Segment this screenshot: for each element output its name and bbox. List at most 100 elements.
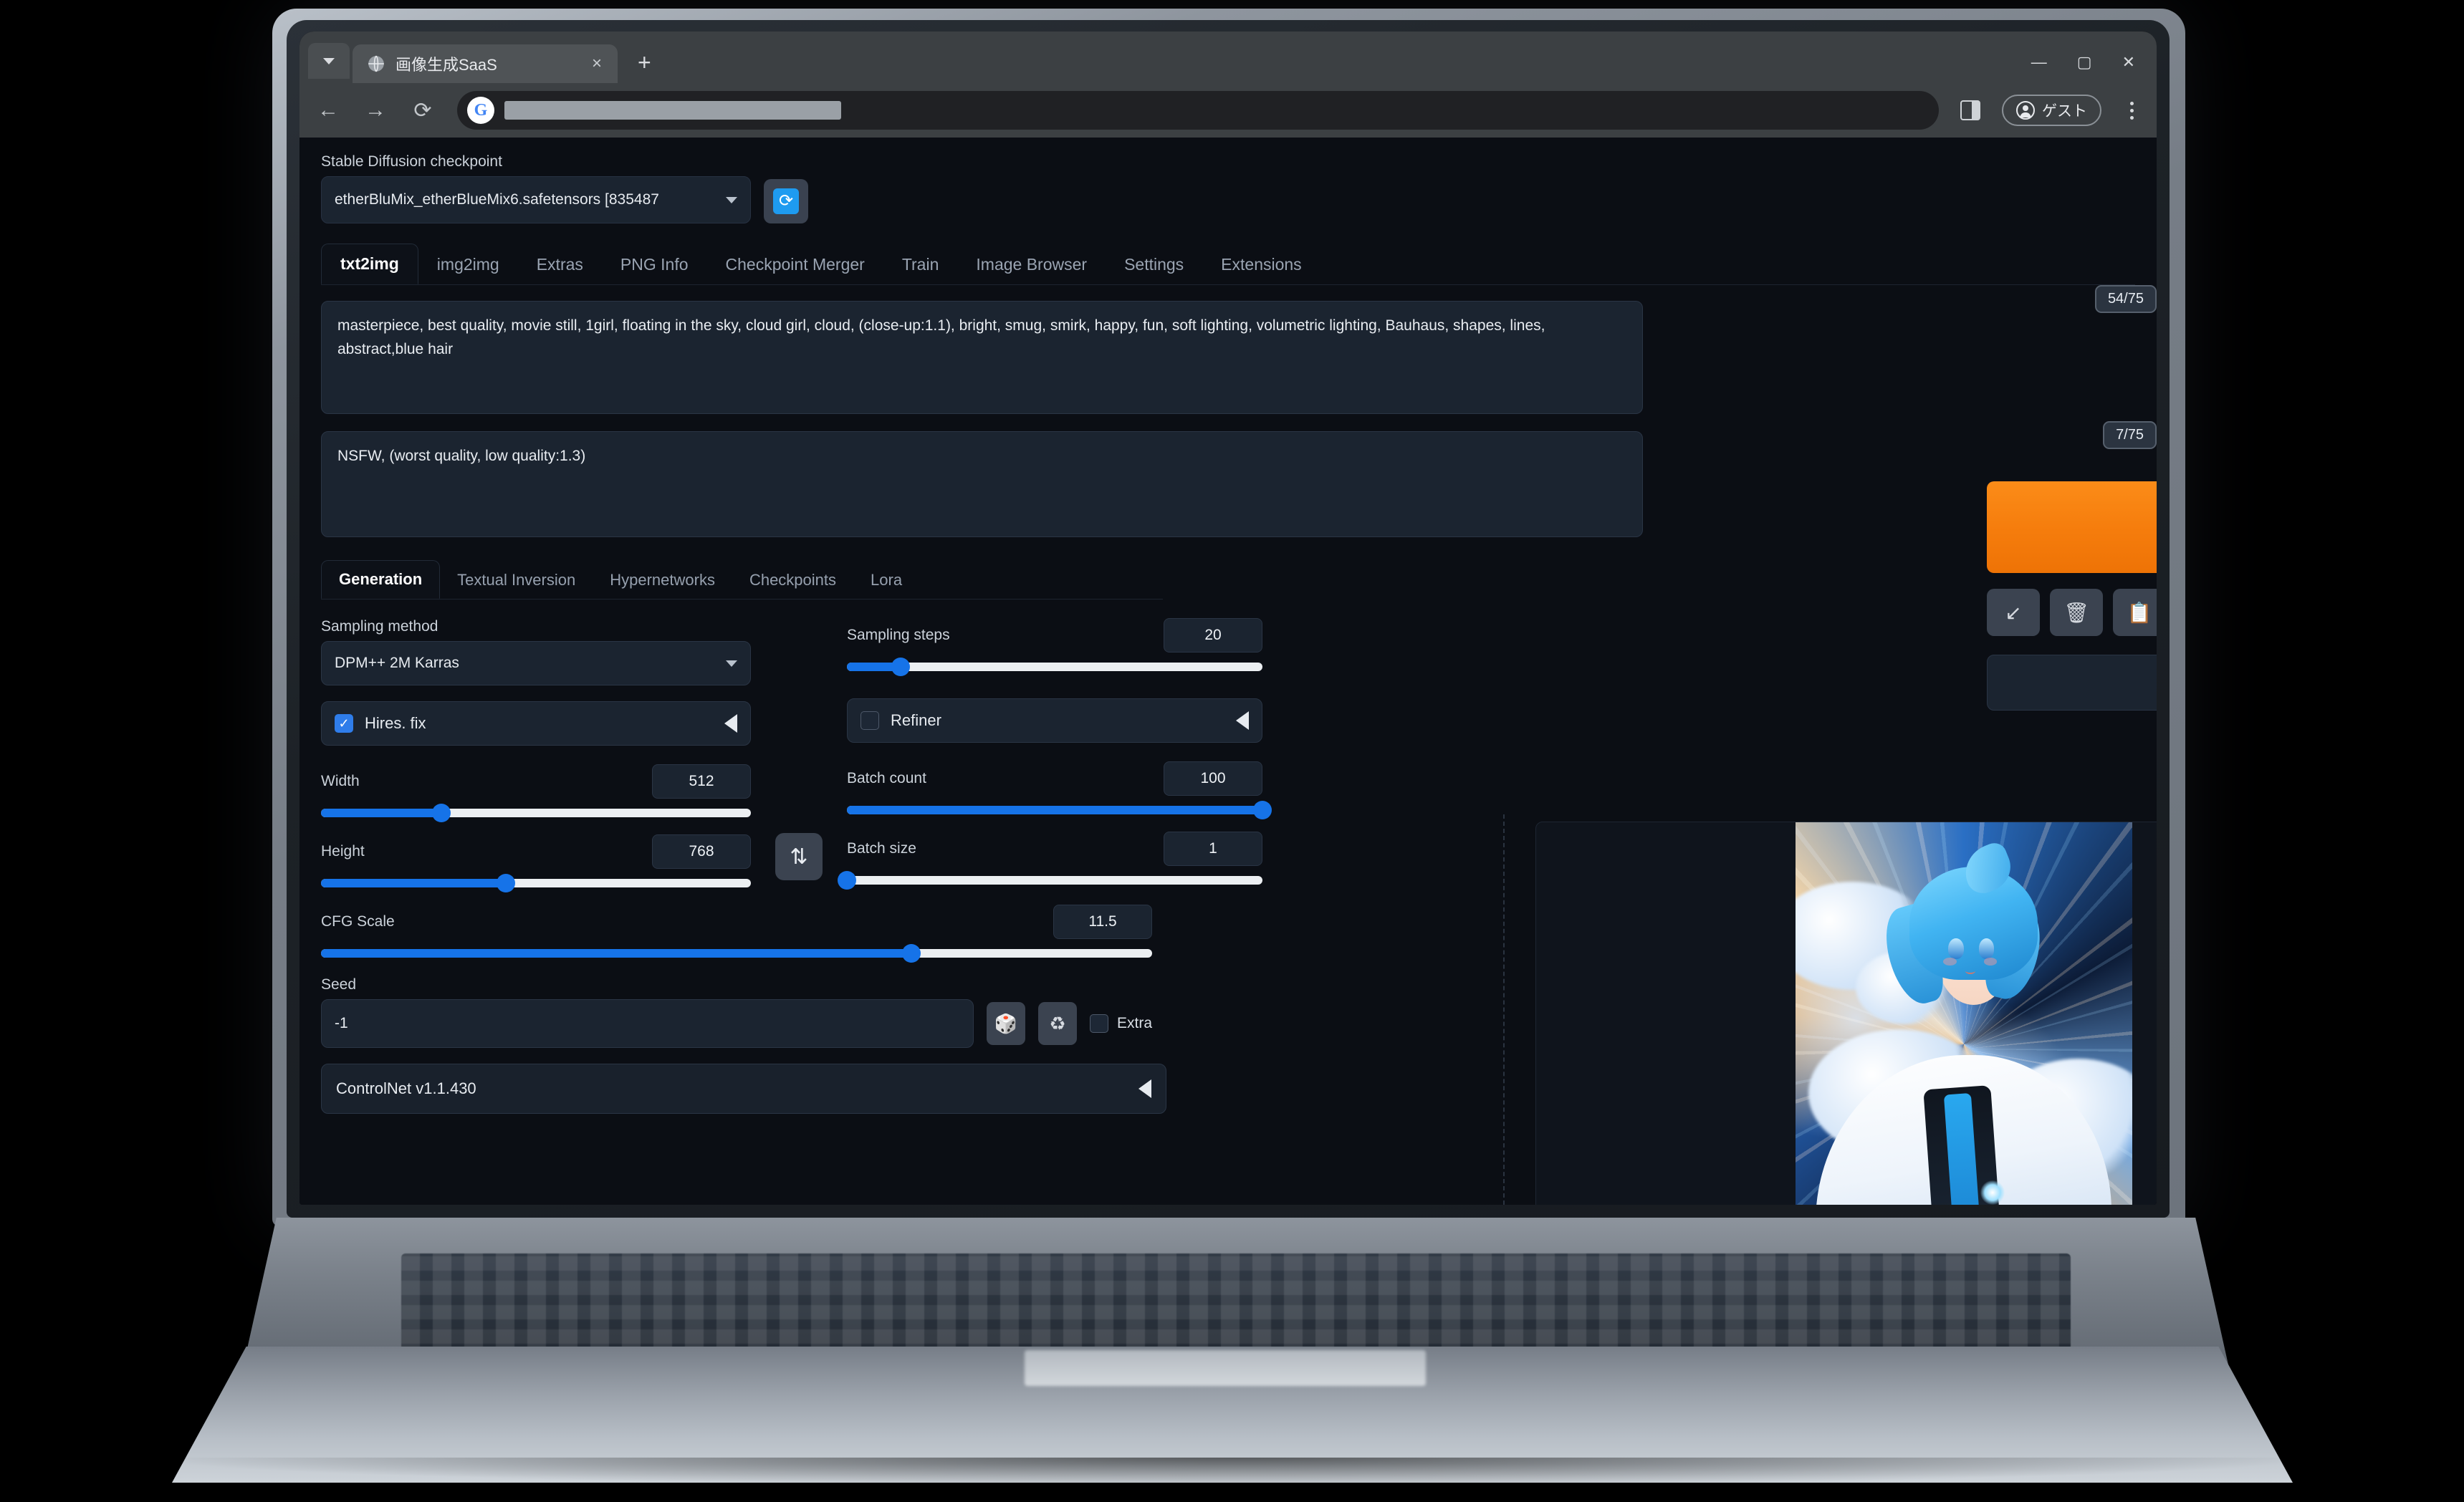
laptop-trackpad <box>1025 1350 1426 1386</box>
tab-title: 画像生成SaaS <box>396 56 497 74</box>
prompt-tools: ↙ 🗑 📋 <box>1987 589 2157 636</box>
back-button[interactable]: ← <box>315 98 341 122</box>
negative-prompt-input[interactable]: NSFW, (worst quality, low quality:1.3) <box>321 431 1643 537</box>
tab-train[interactable]: Train <box>883 245 958 284</box>
tab-search-button[interactable] <box>308 43 350 79</box>
batch-size-group: Batch size 1 <box>838 832 1262 890</box>
height-slider[interactable] <box>321 874 751 892</box>
image-preview-panel: ⤓ ✕ <box>1535 822 2157 1205</box>
height-value[interactable]: 768 <box>652 834 751 869</box>
trash-icon[interactable]: 🗑 <box>2050 589 2103 636</box>
cfg-scale-label: CFG Scale <box>321 913 395 930</box>
triangle-left-icon <box>1236 711 1249 730</box>
sampling-method-value: DPM++ 2M Karras <box>335 655 459 671</box>
tab-extensions[interactable]: Extensions <box>1202 245 1320 284</box>
subtab-textual-inversion[interactable]: Textual Inversion <box>440 562 593 599</box>
styles-row: ✕ 🖌 <box>1987 655 2157 711</box>
tab-img2img[interactable]: img2img <box>418 245 518 284</box>
tab-png-info[interactable]: PNG Info <box>602 245 707 284</box>
positive-prompt-input[interactable]: masterpiece, best quality, movie still, … <box>321 301 1643 414</box>
new-tab-button[interactable]: + <box>629 49 660 76</box>
swap-dimensions-icon[interactable]: ⇅ <box>775 833 823 880</box>
cfg-scale-slider[interactable] <box>321 944 1152 963</box>
subtab-lora[interactable]: Lora <box>853 562 919 599</box>
maximize-button[interactable]: ▢ <box>2077 54 2092 70</box>
checkpoint-row: etherBluMix_etherBlueMix6.safetensors [8… <box>321 176 2135 223</box>
side-panel-icon[interactable] <box>1960 100 1980 120</box>
checkpoint-value: etherBluMix_etherBlueMix6.safetensors [8… <box>335 191 659 208</box>
hires-fix-accordion[interactable]: ✓ Hires. fix <box>321 701 751 746</box>
width-value[interactable]: 512 <box>652 764 751 799</box>
generate-button[interactable]: Generate <box>1987 481 2157 573</box>
batch-count-group: Batch count 100 <box>847 761 1272 819</box>
tab-extras[interactable]: Extras <box>518 245 602 284</box>
chevron-down-icon <box>323 57 335 64</box>
sampling-steps-label: Sampling steps <box>847 627 950 643</box>
tab-image-browser[interactable]: Image Browser <box>957 245 1106 284</box>
batch-size-label: Batch size <box>847 840 916 857</box>
chevron-down-icon <box>726 196 737 203</box>
batch-size-value[interactable]: 1 <box>1164 832 1262 866</box>
laptop-shadow <box>143 1458 2321 1486</box>
account-circle-icon <box>2016 101 2035 120</box>
refiner-checkbox[interactable] <box>861 711 879 730</box>
generated-image-figure <box>1796 990 2132 1205</box>
browser-tab[interactable]: 画像生成SaaS × <box>353 44 618 83</box>
batch-count-value[interactable]: 100 <box>1164 761 1262 796</box>
tab-txt2img[interactable]: txt2img <box>321 244 418 284</box>
sampling-steps-slider[interactable] <box>847 658 1262 676</box>
minimize-button[interactable]: — <box>2031 54 2047 70</box>
subtab-generation[interactable]: Generation <box>321 560 441 599</box>
width-slider[interactable] <box>321 804 751 822</box>
width-label: Width <box>321 773 360 789</box>
kebab-menu-icon[interactable] <box>2123 99 2141 122</box>
chevron-down-icon <box>726 660 737 667</box>
refiner-accordion[interactable]: Refiner <box>847 698 1262 743</box>
negative-token-counter: 7/75 <box>2103 421 2157 449</box>
browser-window: 画像生成SaaS × + — ▢ ✕ ← → ⟳ G ゲスト Stable Di… <box>299 32 2157 1205</box>
styles-select[interactable]: ✕ <box>1987 655 2157 711</box>
tab-settings[interactable]: Settings <box>1106 245 1202 284</box>
subtab-hypernetworks[interactable]: Hypernetworks <box>593 562 732 599</box>
tab-close-icon[interactable]: × <box>588 54 606 74</box>
width-slider-group: Width 512 <box>321 764 751 822</box>
hires-fix-checkbox[interactable]: ✓ <box>335 714 353 733</box>
browser-toolbar: ← → ⟳ G ゲスト <box>299 83 2157 138</box>
sampling-steps-value[interactable]: 20 <box>1164 618 1262 653</box>
stable-diffusion-webui: Stable Diffusion checkpoint etherBluMix_… <box>299 138 2157 1205</box>
triangle-left-icon <box>724 714 737 733</box>
globe-icon <box>368 55 384 72</box>
positive-token-counter: 54/75 <box>2094 285 2157 313</box>
screen: 画像生成SaaS × + — ▢ ✕ ← → ⟳ G ゲスト Stable Di… <box>299 32 2157 1205</box>
profile-button[interactable]: ゲスト <box>2002 95 2101 126</box>
address-bar-value <box>504 101 841 120</box>
refresh-icon: ⟳ <box>773 188 799 214</box>
controlnet-label: ControlNet v1.1.430 <box>336 1079 476 1097</box>
prompt-section: masterpiece, best quality, movie still, … <box>321 285 2157 537</box>
refresh-checkpoints-button[interactable]: ⟳ <box>764 179 808 223</box>
profile-label: ゲスト <box>2042 103 2087 120</box>
subtab-checkpoints[interactable]: Checkpoints <box>732 562 853 599</box>
settings-left-column: Sampling method DPM++ 2M Karras ✓ Hires.… <box>321 618 1166 1114</box>
batch-count-slider[interactable] <box>847 801 1272 819</box>
browser-tab-strip: 画像生成SaaS × + — ▢ ✕ <box>299 32 2157 83</box>
refiner-label: Refiner <box>891 711 941 729</box>
settings-right-column: Sampling steps 20 Refiner Batch count 10… <box>838 618 1272 1114</box>
sampling-method-label: Sampling method <box>321 618 438 635</box>
hires-fix-label: Hires. fix <box>365 714 426 732</box>
sampling-method-select[interactable]: DPM++ 2M Karras <box>321 641 751 685</box>
arrow-down-left-icon[interactable]: ↙ <box>1987 589 2040 636</box>
reload-button[interactable]: ⟳ <box>410 98 436 123</box>
checkpoint-select[interactable]: etherBluMix_etherBlueMix6.safetensors [8… <box>321 176 751 223</box>
tab-checkpoint-merger[interactable]: Checkpoint Merger <box>707 245 883 284</box>
close-window-button[interactable]: ✕ <box>2122 54 2135 70</box>
address-bar[interactable]: G <box>457 91 1939 130</box>
scene: 画像生成SaaS × + — ▢ ✕ ← → ⟳ G ゲスト Stable Di… <box>0 0 2464 1502</box>
height-slider-group: Height 768 <box>321 834 751 892</box>
forward-button[interactable]: → <box>363 98 388 122</box>
batch-size-slider[interactable] <box>838 871 1262 890</box>
clipboard-icon[interactable]: 📋 <box>2113 589 2157 636</box>
window-controls: — ▢ ✕ <box>2031 54 2147 83</box>
generated-image[interactable] <box>1795 822 2132 1205</box>
checkpoint-label: Stable Diffusion checkpoint <box>321 153 502 170</box>
